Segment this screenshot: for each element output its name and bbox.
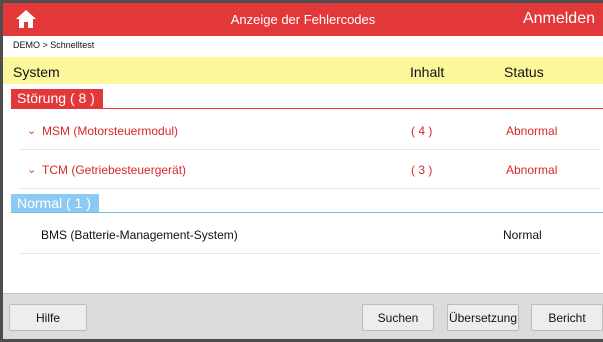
fault-count: ( 4 )	[411, 124, 433, 138]
system-status: Abnormal	[506, 124, 558, 138]
header-inhalt: Inhalt	[410, 64, 445, 80]
bottom-toolbar: Hilfe Suchen Übersetzung Bericht	[3, 293, 603, 339]
system-status: Abnormal	[506, 163, 558, 177]
login-button[interactable]: Anmelden	[523, 10, 595, 28]
table-header: System Inhalt Status	[3, 57, 603, 84]
group-label-stoerung: Störung	[17, 90, 67, 106]
translate-button[interactable]: Übersetzung	[447, 304, 519, 331]
chevron-down-icon: ⌄	[27, 164, 37, 176]
system-status: Normal	[503, 228, 542, 242]
chevron-down-icon: ⌄	[27, 125, 37, 137]
search-button[interactable]: Suchen	[362, 304, 434, 331]
title-bar: Anzeige der Fehlercodes Anmelden	[3, 3, 603, 36]
group-header-normal[interactable]: Normal ( 1 )	[11, 194, 603, 213]
system-row-bms[interactable]: BMS (Batterie-Management-System) Normal	[19, 215, 599, 254]
header-status: Status	[504, 64, 544, 80]
system-name: BMS (Batterie-Management-System)	[41, 228, 238, 242]
breadcrumb: DEMO > Schnelltest	[13, 40, 95, 50]
help-button[interactable]: Hilfe	[9, 304, 87, 331]
fault-count: ( 3 )	[411, 163, 433, 177]
group-count-stoerung: ( 8 )	[69, 90, 95, 106]
system-name: TCM (Getriebesteuergerät)	[42, 163, 187, 177]
header-system: System	[13, 64, 60, 80]
group-tab-normal: Normal ( 1 )	[11, 194, 99, 212]
app-screen: Anzeige der Fehlercodes Anmelden DEMO > …	[3, 3, 603, 339]
fault-row-tcm[interactable]: ⌄ TCM (Getriebesteuergerät) ( 3 ) Abnorm…	[19, 150, 599, 189]
device-frame: Anzeige der Fehlercodes Anmelden DEMO > …	[0, 0, 603, 342]
group-count-normal: ( 1 )	[66, 195, 91, 211]
group-tab-stoerung: Störung ( 8 )	[11, 89, 103, 108]
group-label-normal: Normal	[17, 195, 63, 211]
page-title: Anzeige der Fehlercodes	[230, 12, 376, 27]
system-name: MSM (Motorsteuermodul)	[42, 124, 179, 138]
fault-row-msm[interactable]: ⌄ MSM (Motorsteuermodul) ( 4 ) Abnormal	[19, 111, 599, 150]
report-button[interactable]: Bericht	[531, 304, 603, 331]
group-header-stoerung[interactable]: Störung ( 8 )	[11, 89, 603, 109]
